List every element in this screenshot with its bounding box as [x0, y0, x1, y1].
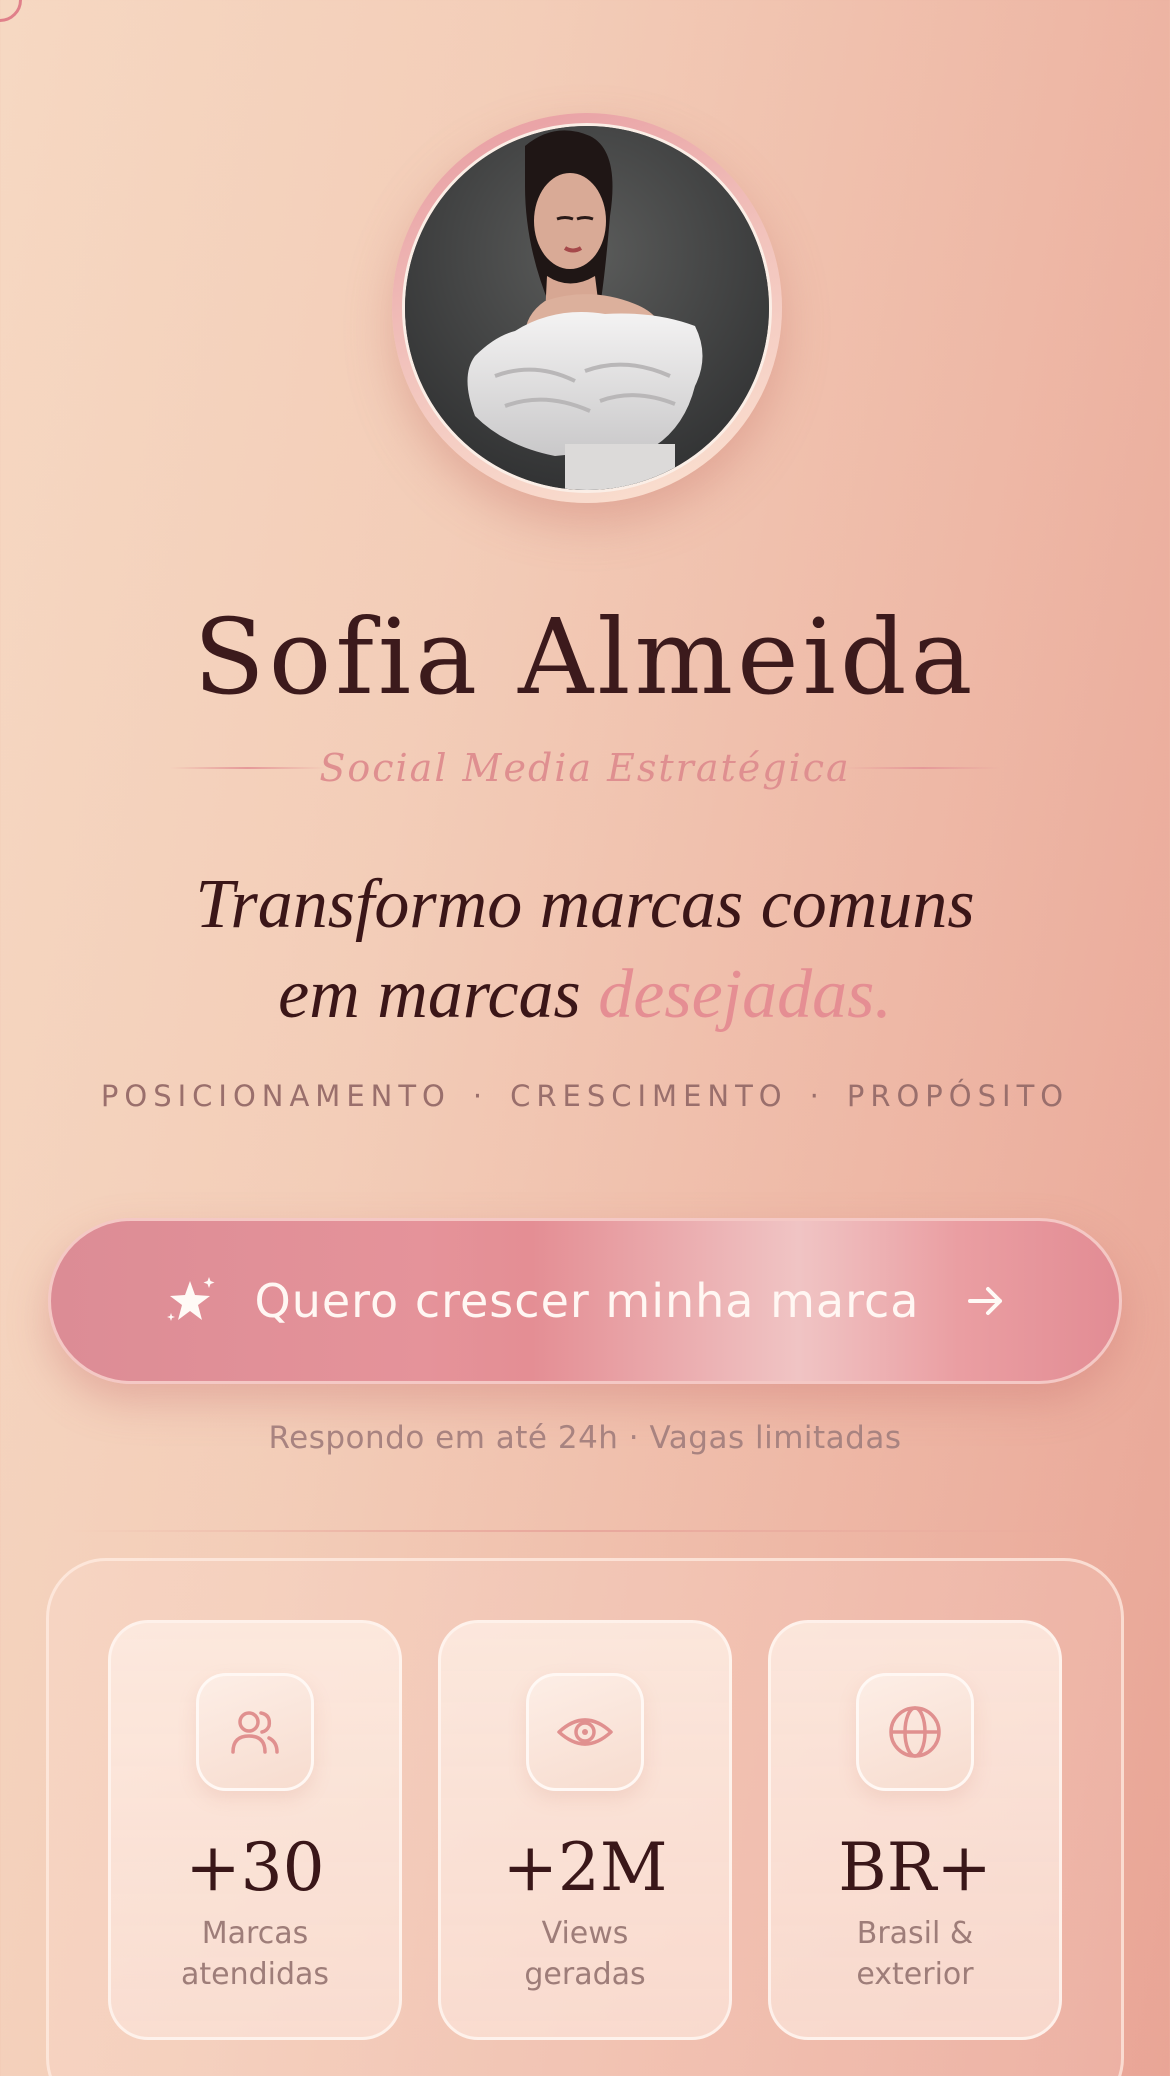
- cta-button[interactable]: Quero crescer minha marca: [48, 1218, 1122, 1384]
- stat-label: Brasil & exterior: [771, 1913, 1059, 1995]
- arrow-right-icon: [967, 1287, 1002, 1315]
- avatar-ring: [392, 113, 782, 503]
- role-divider-right: [845, 767, 1000, 769]
- stat-label-line-2: exterior: [856, 1957, 974, 1992]
- stat-card-views: +2M Views geradas: [438, 1620, 732, 2040]
- role-row: Social Media Estratégica: [0, 740, 1170, 800]
- tag-separator: ·: [472, 1079, 489, 1113]
- stat-value: BR+: [838, 1829, 992, 1906]
- headline-line-2-prefix: em marcas: [278, 956, 599, 1033]
- headline-line-2: em marcas desejadas.: [0, 950, 1170, 1040]
- tag-crescimento: CRESCIMENTO: [510, 1079, 788, 1113]
- stat-icon-box: [196, 1673, 314, 1791]
- value-tags: POSICIONAMENTO · CRESCIMENTO · PROPÓSITO: [0, 1076, 1170, 1116]
- stat-card-brands: +30 Marcas atendidas: [108, 1620, 402, 2040]
- stat-label-line-1: Brasil &: [856, 1916, 974, 1951]
- cta-label: Quero crescer minha marca: [254, 1274, 920, 1328]
- globe-icon: [889, 1706, 941, 1758]
- headline-line-1: Transformo marcas comuns: [195, 866, 975, 943]
- tag-proposito: PROPÓSITO: [846, 1079, 1070, 1113]
- sparkle-star-icon: [167, 1277, 215, 1321]
- corner-badge-dot: [0, 0, 22, 22]
- stat-label-line-1: Marcas: [201, 1916, 309, 1951]
- eye-icon: [557, 1718, 613, 1746]
- avatar: [402, 123, 772, 493]
- users-icon: [231, 1711, 279, 1754]
- stat-icon-box: [856, 1673, 974, 1791]
- headline-accent-word: desejadas.: [598, 956, 892, 1033]
- tag-posicionamento: POSICIONAMENTO: [100, 1079, 451, 1113]
- stat-label-line-2: geradas: [524, 1957, 646, 1992]
- stat-label-line-2: atendidas: [180, 1957, 330, 1992]
- stat-value: +2M: [502, 1829, 668, 1906]
- tag-separator: ·: [809, 1079, 825, 1113]
- stat-label: Views geradas: [441, 1913, 729, 1995]
- profile-name: Sofia Almeida: [193, 596, 977, 718]
- profile-photo: [405, 126, 769, 490]
- section-divider: [70, 1530, 1100, 1532]
- stat-icon-box: [526, 1673, 644, 1791]
- stat-value: +30: [185, 1829, 325, 1906]
- stat-card-reach: BR+ Brasil & exterior: [768, 1620, 1062, 2040]
- headline: Transformo marcas comuns em marcas desej…: [0, 860, 1170, 1040]
- stat-label: Marcas atendidas: [111, 1913, 399, 1995]
- stat-label-line-1: Views: [541, 1916, 629, 1951]
- response-note: Respondo em até 24h · Vagas limitadas: [268, 1420, 902, 1456]
